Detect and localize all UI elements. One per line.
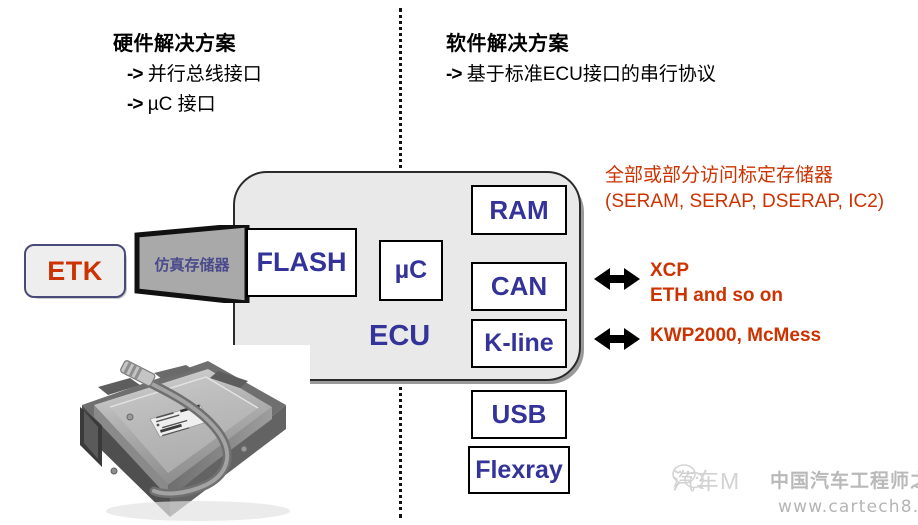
- chip-ram[interactable]: RAM: [471, 185, 567, 235]
- chip-microcontroller[interactable]: µC: [379, 240, 443, 301]
- software-header-title: 软件解决方案: [446, 33, 569, 55]
- annotation-memory-line-1: 全部或部分访问标定存储器: [605, 165, 834, 186]
- hardware-header-bullet-1: -> 并行总线接口: [113, 59, 262, 86]
- chip-flexray[interactable]: Flexray: [468, 446, 570, 494]
- chip-k-line[interactable]: K-line: [471, 319, 567, 368]
- arrow-marker: ->: [127, 64, 143, 85]
- watermark-url: www.cartech8.com: [778, 497, 918, 517]
- arrow-marker: ->: [446, 64, 462, 85]
- hardware-header-bullet-2: -> µC 接口: [113, 89, 262, 116]
- ecu-hardware-photo: [58, 345, 310, 525]
- software-solution-header: 软件解决方案 -> 基于标准ECU接口的串行协议: [446, 27, 716, 86]
- hardware-bullet-2-text: µC 接口: [147, 94, 216, 115]
- software-header-bullet-1: -> 基于标准ECU接口的串行协议: [446, 59, 716, 86]
- arrow-marker: ->: [127, 94, 143, 115]
- annotation-xcp-line-1: XCP: [650, 260, 690, 281]
- watermark-brand-overlay: 中国汽车工程师之家: [770, 471, 918, 492]
- software-bullet-1-text: 基于标准ECU接口的串行协议: [466, 64, 716, 85]
- chip-can[interactable]: CAN: [471, 262, 567, 311]
- annotation-kwp2000: KWP2000, McMess: [650, 325, 822, 346]
- chip-flash[interactable]: FLASH: [246, 228, 357, 297]
- hardware-header-title: 硬件解决方案: [113, 33, 236, 55]
- etk-label: ETK: [47, 255, 103, 286]
- annotation-calibration-memory: 全部或部分访问标定存储器 (SERAM, SERAP, DSERAP, IC2): [605, 163, 884, 214]
- emulation-memory-label: 仿真存储器: [154, 256, 230, 274]
- hardware-solution-header: 硬件解决方案 -> 并行总线接口 -> µC 接口: [113, 27, 262, 116]
- chip-usb[interactable]: USB: [471, 390, 567, 439]
- watermark-brand-a: 汽车M: [672, 468, 741, 494]
- slide-canvas: 硬件解决方案 -> 并行总线接口 -> µC 接口 软件解决方案 -> 基于标准…: [0, 0, 918, 525]
- annotation-memory-line-2: (SERAM, SERAP, DSERAP, IC2): [605, 190, 885, 212]
- annotation-xcp-line-2: ETH and so on: [650, 285, 783, 307]
- etk-box[interactable]: ETK: [24, 244, 126, 298]
- ecu-label: ECU: [369, 320, 431, 352]
- hardware-bullet-1-text: 并行总线接口: [147, 64, 262, 85]
- double-arrow-icon: [594, 267, 640, 296]
- annotation-xcp: XCP ETH and so on: [650, 258, 783, 308]
- double-arrow-icon: [594, 327, 640, 356]
